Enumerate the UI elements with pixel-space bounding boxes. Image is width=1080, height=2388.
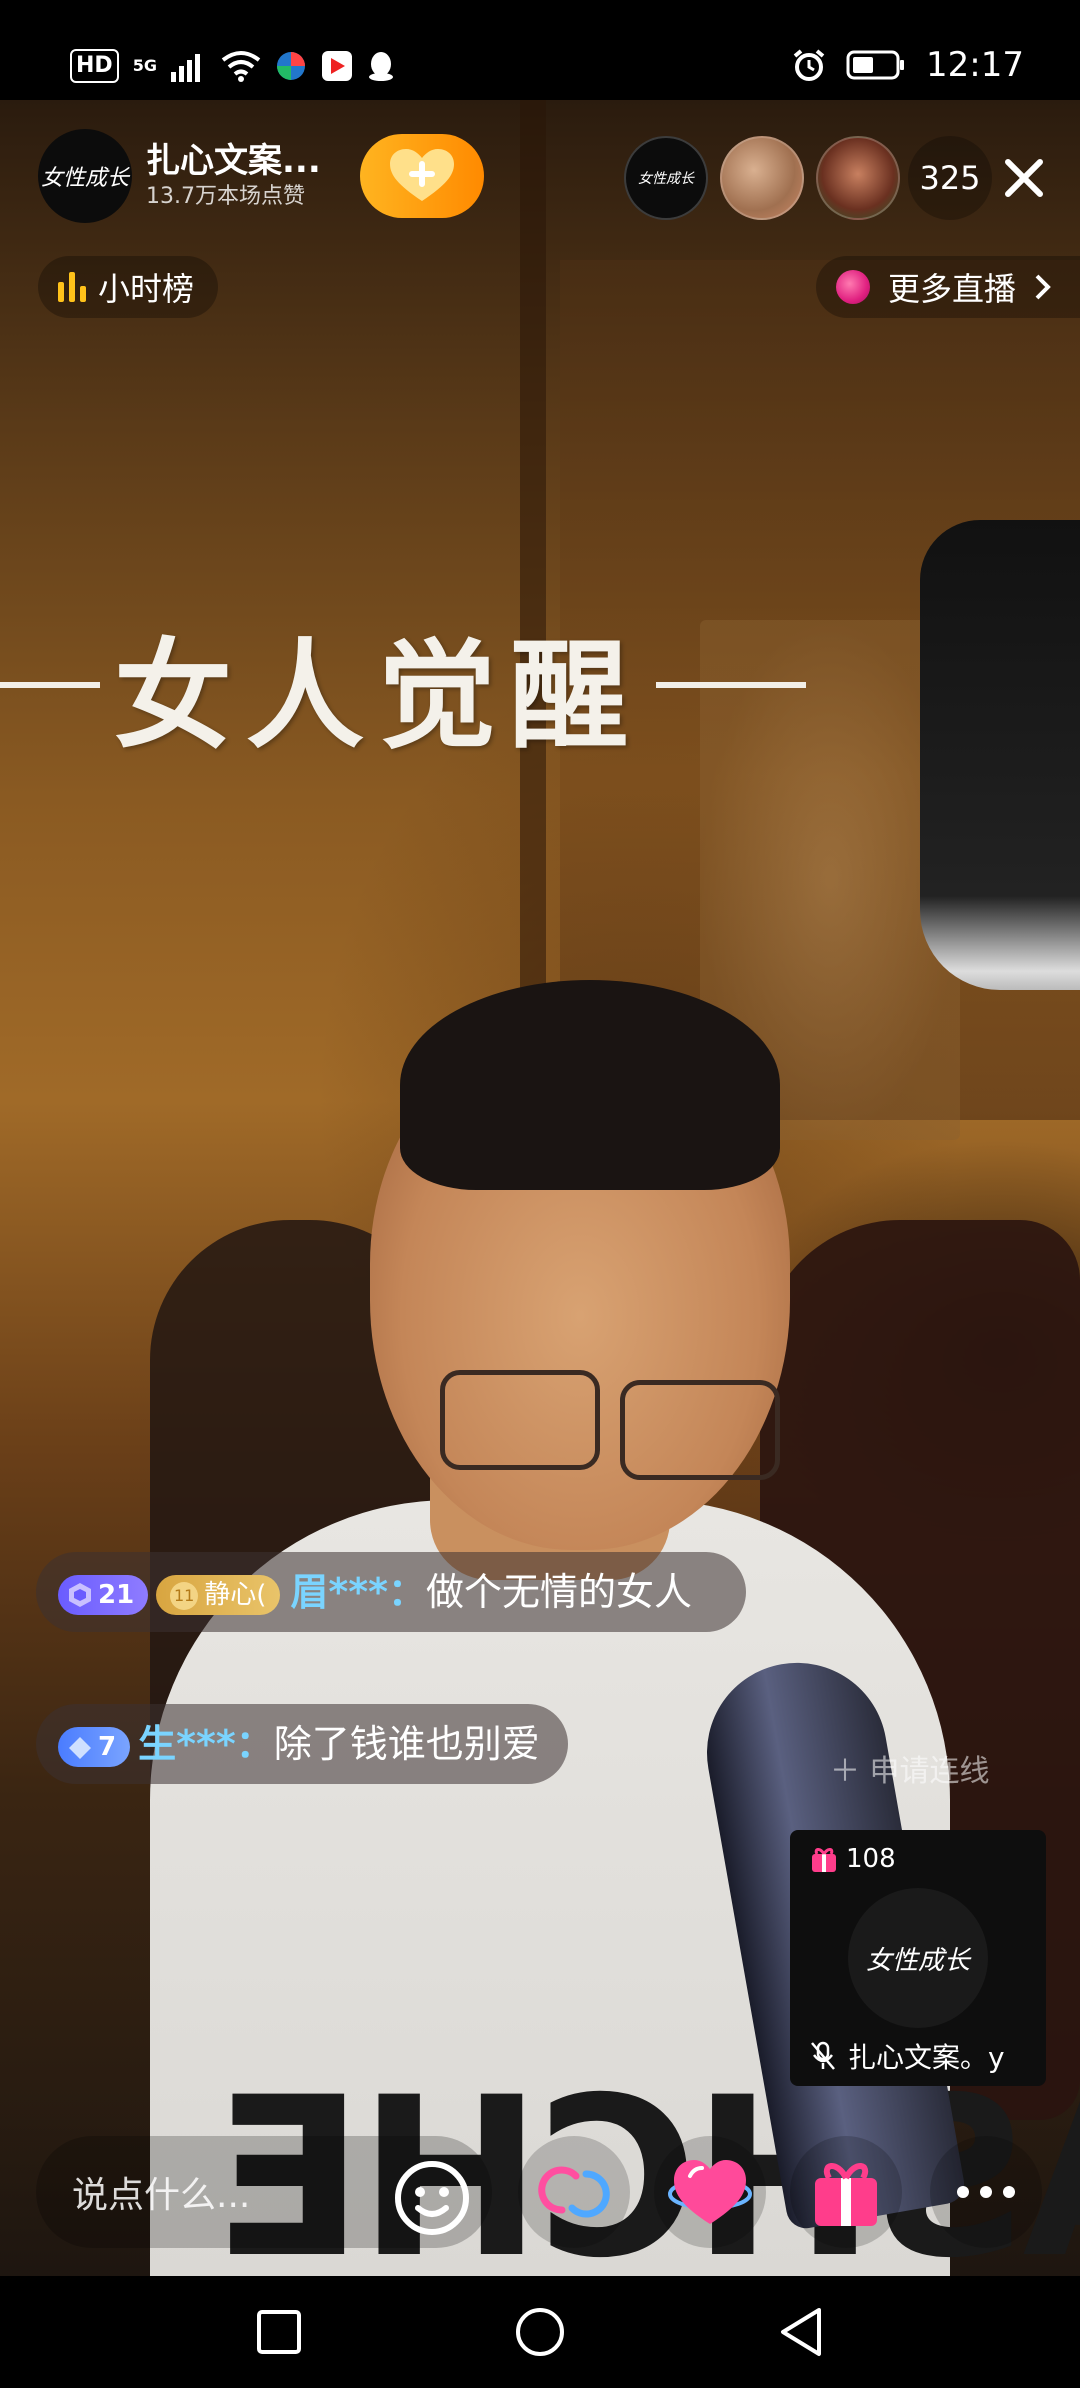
video-title-text: 女人觉醒 bbox=[114, 625, 643, 765]
fan-club-button[interactable] bbox=[654, 2136, 766, 2248]
apply-connect-link[interactable]: ＋ 申请连线 bbox=[830, 1746, 990, 1790]
fan-club-badge: 11 静心( bbox=[156, 1574, 281, 1615]
heart-plus-icon bbox=[390, 149, 454, 201]
comment-text: 除了钱谁也别爱 bbox=[273, 1722, 540, 1766]
fan-badge-label: 静心( bbox=[204, 1579, 267, 1610]
gift-button[interactable] bbox=[790, 2136, 902, 2248]
mini-window-avatar: 女性成长 bbox=[848, 1888, 988, 2028]
chevron-right-icon bbox=[1035, 274, 1051, 300]
wifi-icon bbox=[221, 51, 261, 82]
signal-icon bbox=[170, 54, 200, 82]
gift-icon bbox=[812, 1848, 836, 1872]
viewer-avatar[interactable] bbox=[816, 136, 900, 220]
connect-button[interactable] bbox=[518, 2136, 630, 2248]
video-app-icon bbox=[321, 51, 352, 81]
viewer-avatar[interactable]: 女性成长 bbox=[624, 136, 708, 220]
viewer-count[interactable]: 325 bbox=[908, 136, 992, 220]
comment-user[interactable]: 眉***： bbox=[290, 1570, 426, 1614]
heart-icon bbox=[668, 2160, 752, 2224]
bar-chart-icon bbox=[58, 272, 86, 302]
clock-time: 12:17 bbox=[926, 45, 1024, 85]
title-line-right bbox=[656, 682, 807, 688]
host-info-card[interactable]: 女性成长 扎心文案... 13.7万本场点赞 bbox=[38, 128, 338, 224]
chat-input-placeholder: 说点什么... bbox=[72, 2175, 251, 2216]
video-title-overlay: 女人觉醒 bbox=[0, 620, 900, 765]
background-lamp bbox=[920, 520, 1080, 990]
mini-window-name-row: 扎心文案。y bbox=[810, 2036, 1005, 2076]
close-icon[interactable] bbox=[996, 150, 1052, 206]
live-bubble-icon bbox=[835, 270, 870, 304]
qq-icon bbox=[368, 52, 393, 81]
home-icon[interactable] bbox=[514, 2306, 566, 2358]
alarm-icon bbox=[793, 49, 825, 81]
viewer-avatar[interactable] bbox=[720, 136, 804, 220]
more-button[interactable] bbox=[930, 2136, 1042, 2248]
comment-text: 做个无情的女人 bbox=[425, 1570, 692, 1614]
back-icon[interactable] bbox=[777, 2306, 825, 2358]
emoji-icon[interactable] bbox=[392, 2158, 472, 2238]
status-right-icons: 12:17 bbox=[792, 40, 1024, 90]
app-notification-icon bbox=[276, 52, 305, 80]
user-level-badge: 7 bbox=[58, 1726, 131, 1767]
battery-icon bbox=[846, 50, 905, 80]
gift-box-icon bbox=[815, 2163, 877, 2226]
more-live-button[interactable]: 更多直播 bbox=[815, 256, 1080, 318]
recent-apps-icon[interactable] bbox=[255, 2308, 303, 2356]
comment-user[interactable]: 生***： bbox=[138, 1722, 274, 1766]
glasses-right-lens bbox=[620, 1380, 780, 1480]
user-level-number: 7 bbox=[98, 1731, 117, 1762]
mini-gift-count-value: 108 bbox=[846, 1844, 896, 1874]
title-line-left bbox=[0, 682, 100, 688]
mic-muted-icon bbox=[811, 2041, 835, 2070]
user-level-number: 21 bbox=[98, 1579, 135, 1610]
comment-item[interactable]: 21 11 静心(眉***：做个无情的女人 bbox=[36, 1552, 746, 1632]
hour-rank-button[interactable]: 小时榜 bbox=[38, 256, 219, 318]
top-viewers[interactable]: 女性成长 bbox=[612, 136, 900, 220]
hd-icon: HD bbox=[70, 49, 119, 83]
link-rings-icon bbox=[538, 2166, 610, 2218]
comment-item[interactable]: 7 生***：除了钱谁也别爱 bbox=[36, 1704, 568, 1784]
apply-connect-label: 申请连线 bbox=[869, 1754, 990, 1789]
host-hair bbox=[400, 980, 780, 1190]
mini-window-name: 扎心文案。y bbox=[848, 2041, 1005, 2074]
mini-gift-count: 108 bbox=[810, 1844, 896, 1874]
diamond-icon bbox=[69, 1736, 91, 1759]
follow-button[interactable] bbox=[360, 134, 484, 218]
user-level-badge: 21 bbox=[58, 1574, 149, 1615]
host-text: 扎心文案... 13.7万本场点赞 bbox=[146, 140, 321, 212]
co-host-mini-window[interactable]: 108 女性成长 扎心文案。y bbox=[790, 1830, 1046, 2086]
status-bar: HD 5G 12:17 bbox=[0, 0, 1080, 100]
host-avatar[interactable]: 女性成长 bbox=[38, 129, 132, 223]
host-name: 扎心文案... bbox=[146, 141, 321, 181]
more-dots-icon bbox=[957, 2186, 1015, 2198]
glasses-left-lens bbox=[440, 1370, 600, 1470]
status-left-icons: HD 5G bbox=[70, 44, 395, 88]
more-live-label: 更多直播 bbox=[887, 270, 1016, 308]
host-likes: 13.7万本场点赞 bbox=[146, 184, 305, 209]
network-type-label: 5G bbox=[132, 56, 157, 75]
hour-rank-label: 小时榜 bbox=[98, 270, 195, 308]
system-nav-bar bbox=[0, 2276, 1080, 2388]
fan-level-number: 11 bbox=[170, 1581, 199, 1610]
hexagon-icon bbox=[69, 1582, 91, 1607]
